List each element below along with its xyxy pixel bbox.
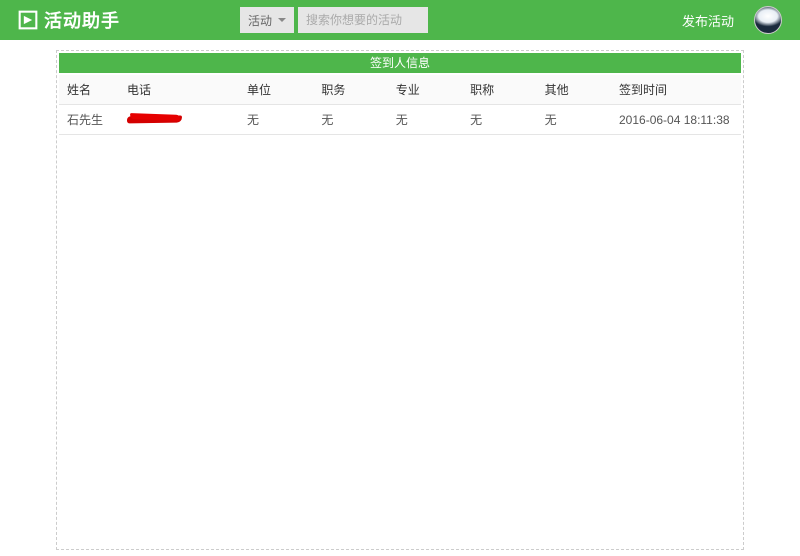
publish-button[interactable]: 发布活动 xyxy=(682,11,734,30)
table-row: 石先生 无 无 无 无 无 2016-06-04 18:11:38 xyxy=(59,105,741,135)
col-header-position: 职务 xyxy=(313,75,387,105)
col-header-time: 签到时间 xyxy=(611,75,741,105)
checkin-table: 姓名 电话 单位 职务 专业 职称 其他 签到时间 石先生 无 无 无 无 xyxy=(59,75,741,135)
cell-time: 2016-06-04 18:11:38 xyxy=(611,105,741,135)
cell-position: 无 xyxy=(313,105,387,135)
col-header-phone: 电话 xyxy=(119,75,239,105)
col-header-org: 单位 xyxy=(239,75,313,105)
cell-name: 石先生 xyxy=(59,105,119,135)
cell-org: 无 xyxy=(239,105,313,135)
avatar[interactable] xyxy=(754,6,782,34)
search-category-select[interactable]: 活动 xyxy=(240,7,294,33)
logo[interactable]: 活动助手 xyxy=(18,7,120,33)
checkin-panel: 签到人信息 姓名 电话 单位 职务 专业 职称 其他 签到时间 石先 xyxy=(56,50,744,550)
col-header-other: 其他 xyxy=(537,75,611,105)
col-header-name: 姓名 xyxy=(59,75,119,105)
redacted-icon xyxy=(127,114,187,124)
logo-icon xyxy=(18,10,38,30)
app-name: 活动助手 xyxy=(44,7,120,33)
cell-major: 无 xyxy=(388,105,462,135)
table-header-row: 姓名 电话 单位 职务 专业 职称 其他 签到时间 xyxy=(59,75,741,105)
search-input[interactable] xyxy=(298,7,428,33)
panel-title: 签到人信息 xyxy=(59,53,741,73)
search-category-label: 活动 xyxy=(248,12,272,29)
col-header-title: 职称 xyxy=(462,75,536,105)
cell-other: 无 xyxy=(537,105,611,135)
cell-title: 无 xyxy=(462,105,536,135)
col-header-major: 专业 xyxy=(388,75,462,105)
chevron-down-icon xyxy=(278,18,286,22)
search-group: 活动 xyxy=(240,7,428,33)
top-header: 活动助手 活动 发布活动 xyxy=(0,0,800,40)
cell-phone xyxy=(119,105,239,135)
